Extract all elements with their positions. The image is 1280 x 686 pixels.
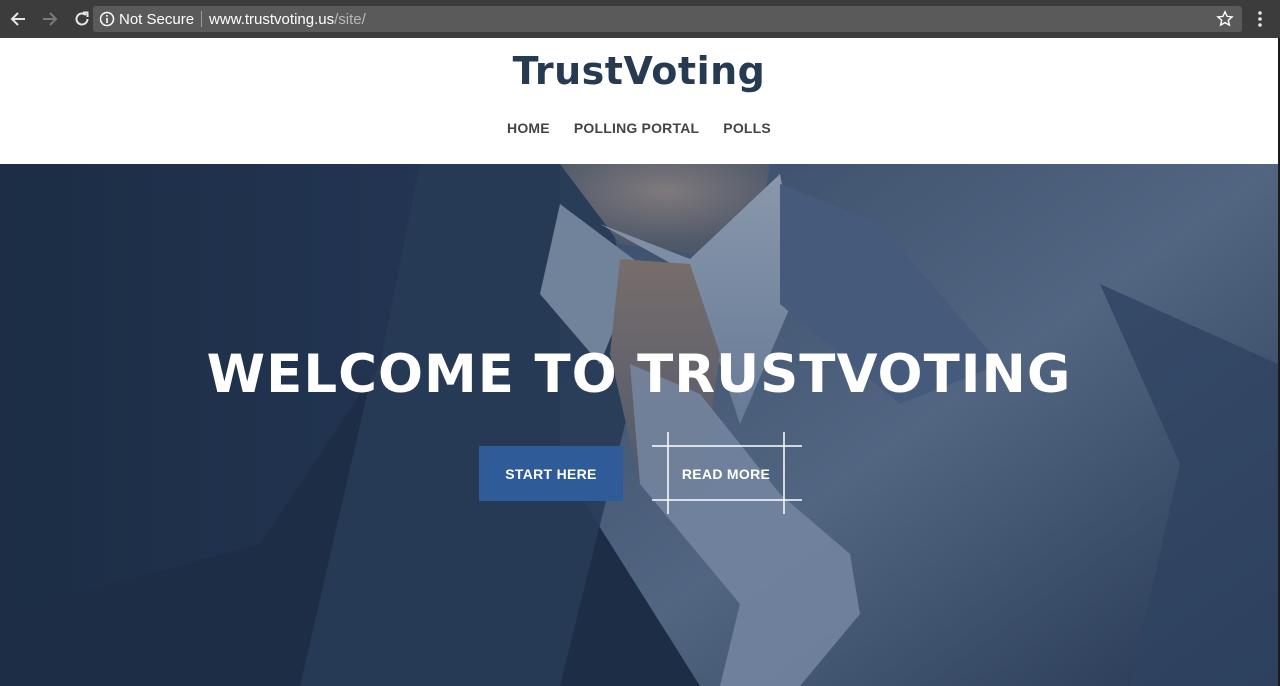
nav-polling-portal[interactable]: POLLING PORTAL: [574, 120, 699, 136]
main-nav: HOME POLLING PORTAL POLLS: [0, 120, 1278, 136]
info-icon[interactable]: [99, 11, 115, 27]
divider: [201, 11, 203, 27]
hero-section: WELCOME TO TRUSTVOTING START HERE READ M…: [0, 164, 1278, 686]
star-icon[interactable]: [1216, 10, 1234, 28]
url-host[interactable]: www.trustvoting.us: [209, 11, 334, 28]
url-path[interactable]: /site/: [334, 11, 366, 28]
site-header: TrustVoting HOME POLLING PORTAL POLLS: [0, 38, 1278, 164]
menu-icon[interactable]: [1250, 9, 1270, 29]
back-icon[interactable]: [4, 5, 32, 33]
start-here-button[interactable]: START HERE: [479, 446, 623, 501]
read-more-button[interactable]: READ MORE: [667, 446, 785, 501]
hero-heading: WELCOME TO TRUSTVOTING: [206, 344, 1072, 405]
hero-background-image: [0, 164, 1278, 686]
reload-icon[interactable]: [68, 5, 96, 33]
security-label[interactable]: Not Secure: [119, 11, 194, 28]
site-title[interactable]: TrustVoting: [0, 49, 1278, 93]
forward-icon[interactable]: [36, 5, 64, 33]
browser-toolbar: Not Secure www.trustvoting.us/site/: [0, 0, 1280, 38]
nav-home[interactable]: HOME: [507, 120, 550, 136]
address-bar[interactable]: Not Secure www.trustvoting.us/site/: [93, 6, 1242, 32]
nav-polls[interactable]: POLLS: [723, 120, 771, 136]
